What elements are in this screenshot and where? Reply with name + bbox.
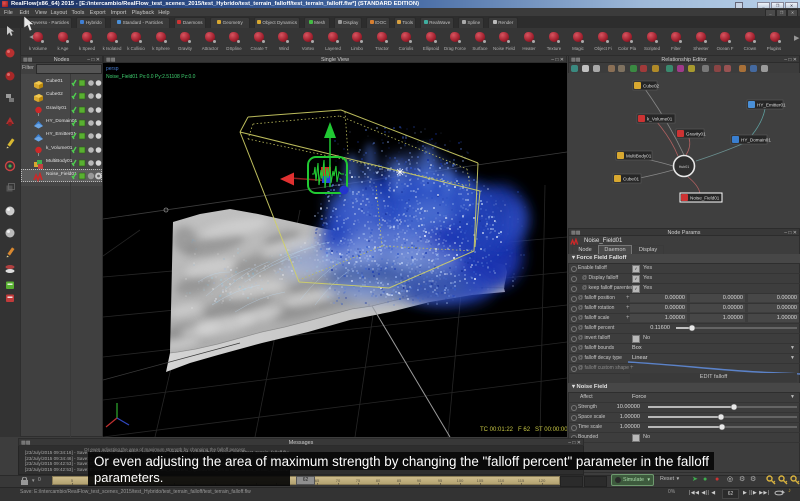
- svg-text:Noise_Field01: Noise_Field01: [690, 196, 720, 201]
- svg-text:Cube01: Cube01: [623, 177, 640, 182]
- svg-text:Hub01: Hub01: [679, 165, 690, 169]
- svg-text:TC 00:01:22 F 62 ST 00:00:: TC 00:01:22 F 62 ST 00:00:00: [480, 427, 567, 433]
- svg-text:MultiBody01: MultiBody01: [626, 154, 652, 159]
- svg-text:HY_Emitter01: HY_Emitter01: [757, 103, 786, 108]
- svg-text:k_Volume01: k_Volume01: [647, 117, 673, 122]
- svg-text:Cube02: Cube02: [643, 84, 660, 89]
- svg-text:HY_Domain01: HY_Domain01: [741, 138, 771, 143]
- svg-text:Noise_Field01 Px:0.0 Py:2.5110: Noise_Field01 Px:0.0 Py:2.51108 Pz:0.0: [106, 74, 196, 80]
- svg-text:persp: persp: [106, 66, 119, 72]
- svg-text:Gravity01: Gravity01: [686, 132, 706, 137]
